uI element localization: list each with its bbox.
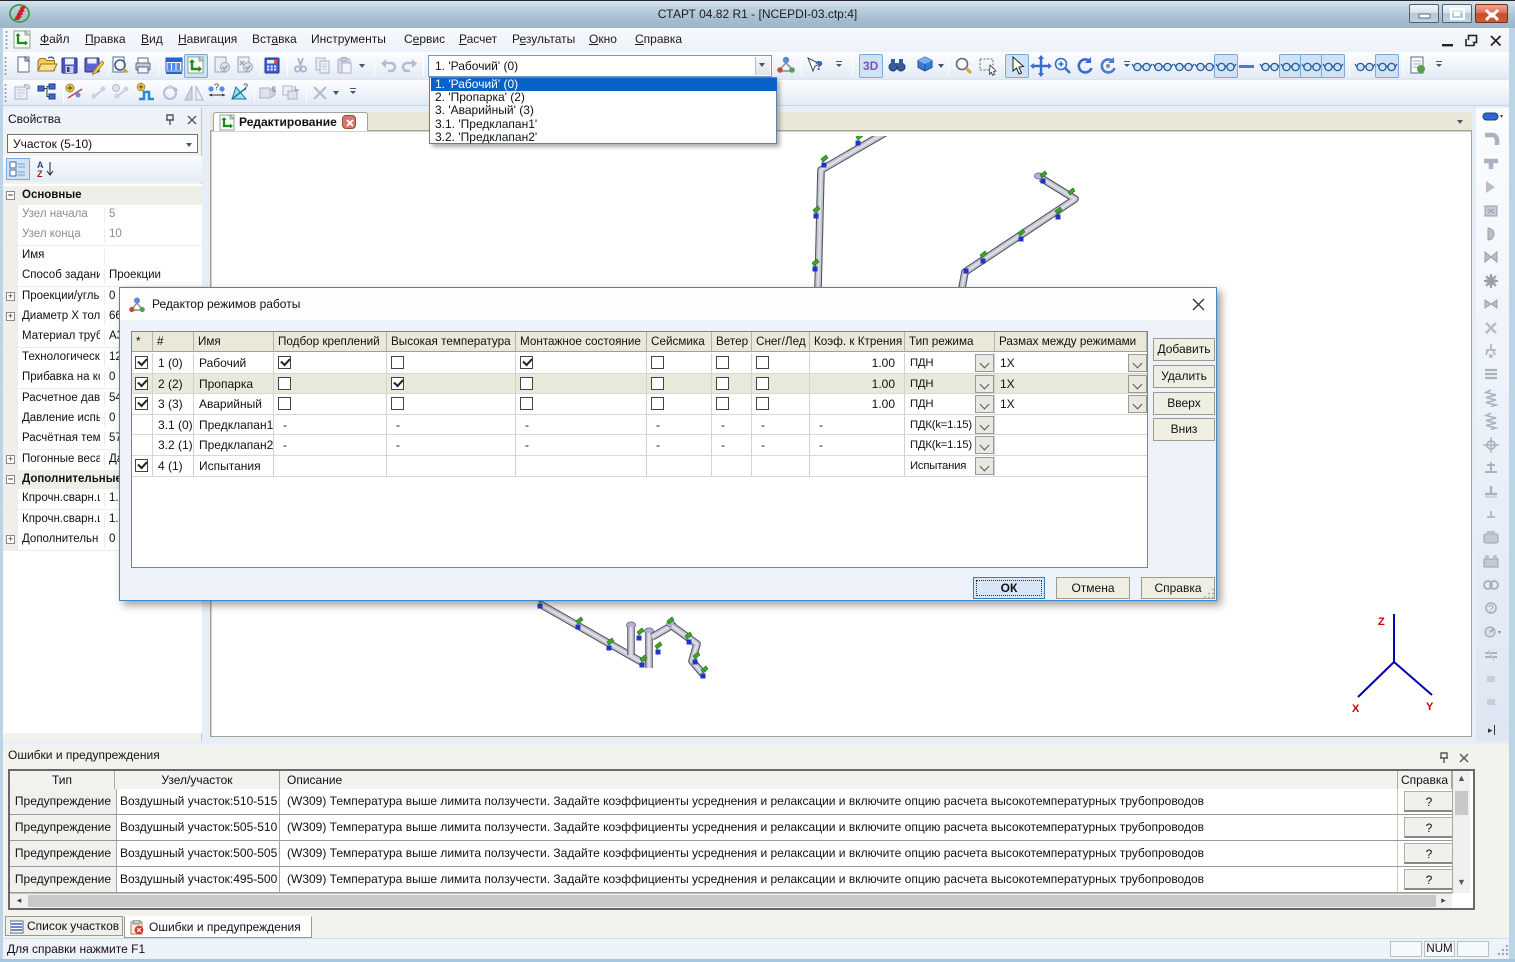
svg-text:Y: Y: [1426, 701, 1434, 713]
svg-text:Z: Z: [1378, 616, 1385, 628]
svg-text:?: ?: [214, 82, 219, 92]
svg-text:?: ?: [815, 58, 823, 73]
svg-text:X: X: [1352, 703, 1360, 715]
svg-text:?: ?: [1488, 604, 1494, 615]
svg-text:3D: 3D: [863, 59, 879, 73]
svg-text:?: ?: [243, 82, 248, 92]
svg-text:Z: Z: [37, 169, 43, 178]
